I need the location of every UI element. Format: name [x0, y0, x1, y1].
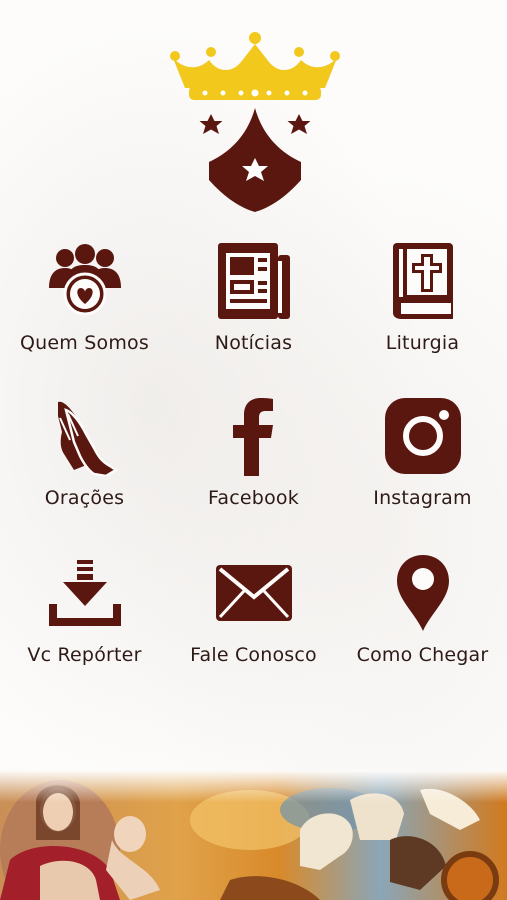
menu-label: Liturgia	[385, 332, 460, 354]
painting-banner-image	[0, 770, 507, 900]
bible-icon	[378, 238, 468, 324]
download-icon	[40, 550, 130, 636]
newspaper-icon	[209, 238, 299, 324]
menu-label: Notícias	[214, 332, 293, 354]
menu-item-como-chegar[interactable]: Como Chegar	[338, 550, 507, 690]
menu-item-liturgia[interactable]: Liturgia	[338, 238, 507, 378]
carmelite-crest-logo	[170, 32, 340, 212]
menu-label: Quem Somos	[20, 332, 149, 354]
menu-item-noticias[interactable]: Notícias	[169, 238, 338, 378]
menu-label: Facebook	[208, 487, 299, 509]
praying-hands-icon	[40, 393, 130, 479]
menu-label: Vc Repórter	[27, 644, 142, 666]
menu-item-vc-reporter[interactable]: Vc Repórter	[0, 550, 169, 690]
envelope-icon	[209, 550, 299, 636]
menu-label: Como Chegar	[356, 644, 489, 666]
facebook-icon	[209, 393, 299, 479]
menu-item-facebook[interactable]: Facebook	[169, 393, 338, 533]
location-pin-icon	[378, 550, 468, 636]
menu-item-quem-somos[interactable]: Quem Somos	[0, 238, 169, 378]
menu-label: Orações	[44, 487, 125, 509]
menu-item-fale-conosco[interactable]: Fale Conosco	[169, 550, 338, 690]
menu-label: Fale Conosco	[190, 644, 317, 666]
community-heart-icon	[40, 238, 130, 324]
menu-item-instagram[interactable]: Instagram	[338, 393, 507, 533]
shield-icon	[199, 108, 311, 212]
menu-label: Instagram	[373, 487, 472, 509]
instagram-icon	[378, 393, 468, 479]
menu-item-oracoes[interactable]: Orações	[0, 393, 169, 533]
crown-icon	[170, 32, 340, 100]
